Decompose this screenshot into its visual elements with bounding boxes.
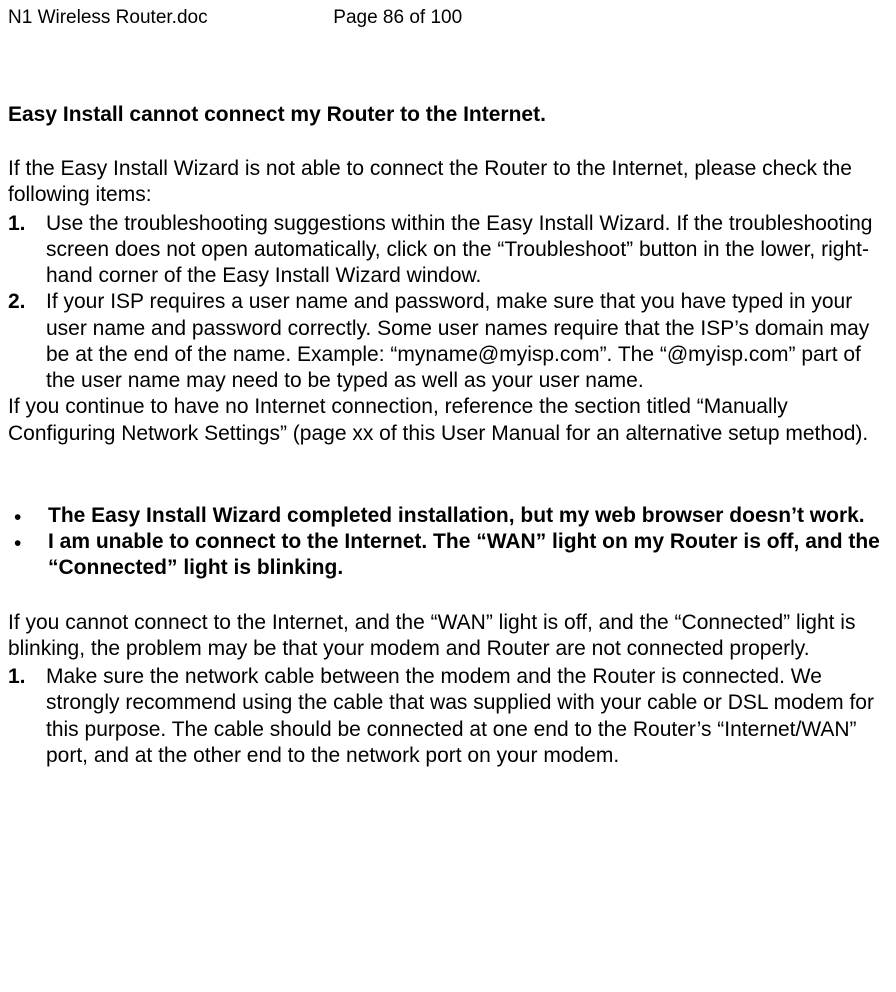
header-filename: N1 Wireless Router.doc bbox=[8, 6, 328, 30]
spacer bbox=[8, 582, 888, 610]
numbered-list: 1. Use the troubleshooting suggestions w… bbox=[8, 211, 888, 395]
list-item-text: The Easy Install Wizard completed instal… bbox=[48, 504, 865, 527]
list-item: • I am unable to connect to the Internet… bbox=[8, 529, 888, 582]
page-header: N1 Wireless Router.doc Page 86 of 100 bbox=[0, 0, 896, 30]
intro-paragraph: If you cannot connect to the Internet, a… bbox=[8, 610, 888, 663]
list-item-text: If your ISP requires a user name and pas… bbox=[46, 290, 869, 392]
list-item: 1. Make sure the network cable between t… bbox=[8, 664, 888, 769]
list-item: 1. Use the troubleshooting suggestions w… bbox=[8, 211, 888, 290]
bullet-icon: • bbox=[14, 531, 21, 557]
list-marker: 2. bbox=[8, 289, 26, 315]
outro-paragraph: If you continue to have no Internet conn… bbox=[8, 394, 888, 447]
list-item: 2. If your ISP requires a user name and … bbox=[8, 289, 888, 394]
spacer bbox=[8, 449, 888, 503]
header-page-label: Page 86 of 100 bbox=[333, 6, 462, 30]
intro-paragraph: If the Easy Install Wizard is not able t… bbox=[8, 156, 888, 209]
list-item: • The Easy Install Wizard completed inst… bbox=[8, 503, 888, 529]
list-marker: 1. bbox=[8, 664, 26, 690]
list-item-text: Use the troubleshooting suggestions with… bbox=[46, 212, 872, 288]
list-marker: 1. bbox=[8, 211, 26, 237]
section-heading: Easy Install cannot connect my Router to… bbox=[8, 102, 888, 128]
numbered-list: 1. Make sure the network cable between t… bbox=[8, 664, 888, 769]
list-item-text: Make sure the network cable between the … bbox=[46, 665, 874, 767]
bullet-list: • The Easy Install Wizard completed inst… bbox=[8, 503, 888, 582]
list-item-text: I am unable to connect to the Internet. … bbox=[48, 530, 880, 579]
document-body: Easy Install cannot connect my Router to… bbox=[0, 102, 896, 769]
bullet-icon: • bbox=[14, 505, 21, 531]
